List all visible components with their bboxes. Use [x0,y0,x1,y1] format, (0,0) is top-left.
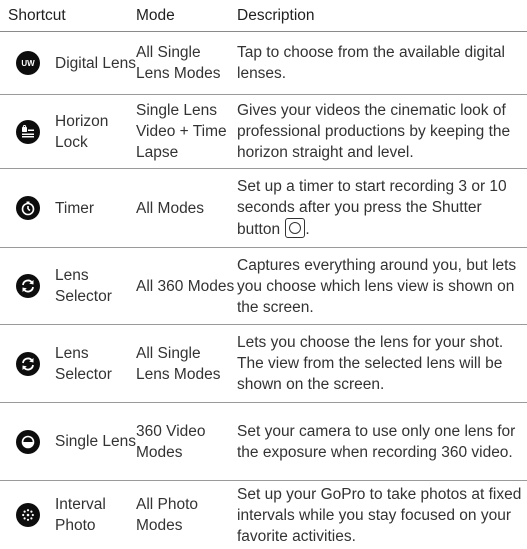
shortcut-description: Tap to choose from the available digital… [237,44,505,82]
shortcut-name: Horizon Lock [55,112,109,151]
shortcut-name: Digital Lens [55,54,136,72]
interval-photo-icon [0,503,51,527]
shortcut-name: Timer [55,199,95,217]
description-tail: . [305,221,310,238]
uw-icon: UW [0,51,51,75]
shortcut-mode: Single Lens Video + Time Lapse [136,102,227,161]
table-row: Single Lens 360 Video Modes Set your cam… [0,403,527,481]
shortcut-name: Lens Selector [55,344,112,383]
horizon-lock-icon [0,119,51,144]
shortcut-name: Single Lens [55,433,137,450]
lens-selector-icon [0,274,51,298]
table-row: Lens Selector All Single Lens Modes Lets… [0,325,527,403]
shortcut-mode: All 360 Modes [136,277,235,295]
shortcuts-table: Shortcut Mode Description UW Digital Len… [0,0,527,549]
table-header: Shortcut Mode Description [0,0,527,32]
shortcut-mode: All Modes [136,199,205,217]
shortcut-mode: All Single Lens Modes [136,44,221,82]
svg-text:UW: UW [21,59,35,68]
table-row: Lens Selector All 360 Modes Captures eve… [0,248,527,325]
description-text: Set up a timer to start recording 3 or 1… [237,178,507,238]
header-shortcut: Shortcut [8,6,66,24]
shortcut-name: Lens Selector [55,267,112,305]
table-row: Horizon Lock Single Lens Video + Time La… [0,95,527,169]
table-row: Timer All Modes Set up a timer to start … [0,169,527,248]
table-row: UW Digital Lens All Single Lens Modes Ta… [0,32,527,95]
shutter-button-icon [285,218,306,238]
header-description: Description [237,6,315,24]
shortcut-description: Gives your videos the cinematic look of … [237,102,511,161]
shortcut-description: Set up a timer to start recording 3 or 1… [237,176,527,240]
shortcut-description: Set your camera to use only one lens for… [237,422,516,461]
shortcut-mode: All Single Lens Modes [136,344,221,383]
single-lens-icon [0,429,51,454]
shortcut-description: Captures everything around you, but lets… [237,256,517,316]
shortcut-mode: All Photo Modes [136,496,199,534]
shortcut-description: Set up your GoPro to take photos at fixe… [237,485,522,545]
shortcut-mode: 360 Video Modes [136,422,206,461]
shortcut-name: Interval Photo [55,496,106,534]
header-mode: Mode [136,6,175,24]
lens-selector-icon [0,351,51,376]
table-row: Interval Photo All Photo Modes Set up yo… [0,481,527,549]
shortcut-description: Lets you choose the lens for your shot. … [237,334,504,393]
timer-icon [0,196,51,220]
